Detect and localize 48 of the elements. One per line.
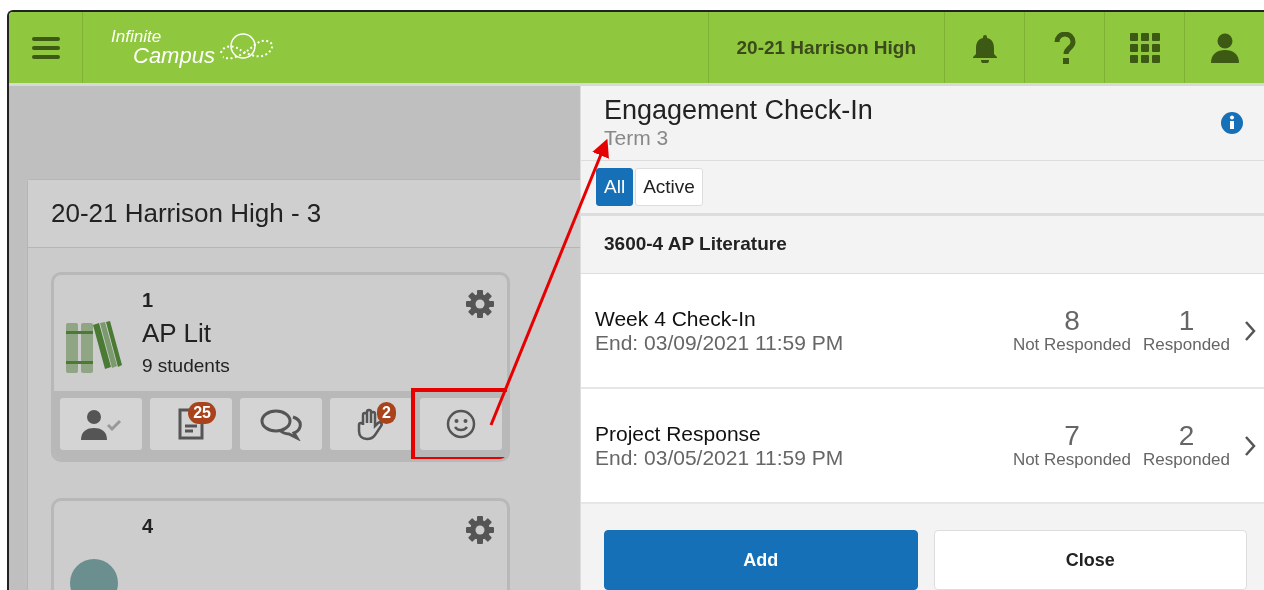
count-number: 2: [1178, 421, 1195, 450]
student-count: 9 students: [142, 355, 230, 377]
count-label: Not Responded: [1012, 334, 1132, 355]
logo-text: Campus: [133, 45, 215, 67]
course-name: AP Lit: [142, 318, 212, 349]
filter-tab[interactable]: All: [596, 167, 634, 206]
count-number: 1: [1178, 306, 1195, 335]
period-number: 1: [142, 289, 155, 312]
info-icon[interactable]: [1220, 111, 1244, 135]
count-badge: 2: [377, 402, 396, 424]
check-in-name: Project Response: [595, 421, 762, 446]
books-icon: [64, 319, 124, 373]
person-check-icon: [80, 408, 122, 440]
tool-button[interactable]: [240, 398, 322, 450]
smiley-face-icon: [446, 409, 476, 439]
end-date: End: 03/09/2021 11:59 PM: [595, 330, 845, 355]
chat-bubbles-icon: [259, 407, 303, 441]
settings-icon[interactable]: [465, 289, 495, 319]
count-number: 7: [1064, 421, 1080, 450]
tool-button[interactable]: 2: [330, 398, 412, 450]
grid-icon: [1129, 32, 1160, 63]
school-selector[interactable]: 20-21 Harrison High: [707, 12, 944, 83]
chevron-right-icon: [1244, 319, 1256, 342]
filter-tab[interactable]: Active: [635, 167, 703, 206]
tool-button[interactable]: [60, 398, 142, 450]
end-date: End: 03/05/2021 11:59 PM: [595, 445, 845, 470]
period-number: 4: [142, 515, 154, 538]
panel-button[interactable]: Close: [933, 530, 1247, 590]
logo-text: Infinite: [111, 28, 163, 45]
question-mark-icon: [1053, 31, 1076, 64]
section-heading: 3600-4 AP Literature: [581, 215, 1264, 274]
panel-title: Engagement Check-In: [604, 95, 874, 127]
count-label: Responded: [1143, 334, 1230, 355]
calendar-title: 20-21 Harrison High - 3: [28, 180, 580, 248]
panel-button[interactable]: Add: [604, 530, 918, 590]
menu-icon: [31, 35, 60, 60]
check-in-name: Week 4 Check-In: [595, 306, 757, 331]
term-label: Term 3: [604, 126, 670, 151]
count-badge: 25: [188, 402, 216, 424]
tool-button[interactable]: [420, 398, 502, 450]
count-label: Responded: [1143, 449, 1230, 470]
count-number: 8: [1064, 306, 1080, 335]
chevron-right-icon: [1244, 434, 1256, 457]
settings-icon[interactable]: [465, 515, 495, 545]
bell-icon: [970, 32, 999, 63]
count-label: Not Responded: [1012, 449, 1132, 470]
user-icon: [1210, 32, 1239, 63]
tool-button[interactable]: 25: [150, 398, 232, 450]
